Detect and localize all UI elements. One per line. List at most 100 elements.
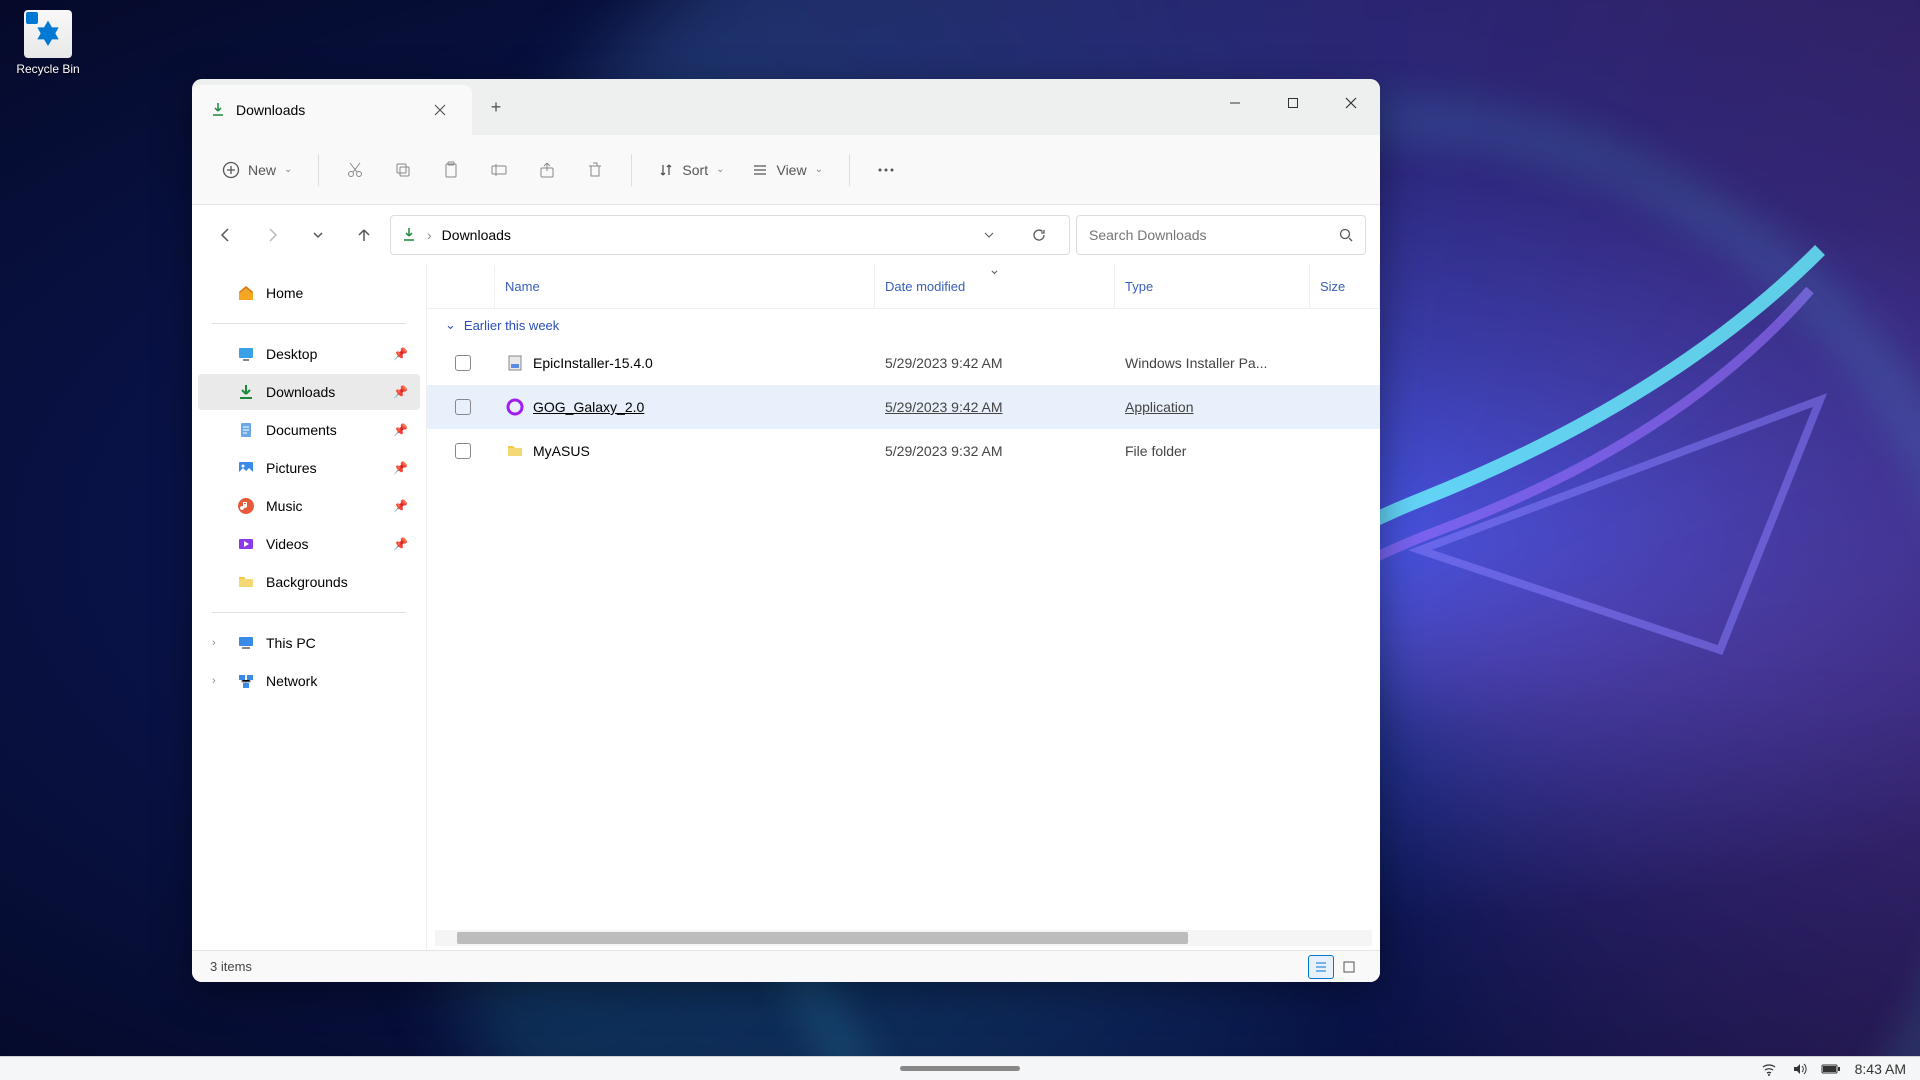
sidebar-item-label: Home bbox=[266, 285, 303, 301]
address-dropdown-button[interactable] bbox=[969, 215, 1009, 255]
rename-button[interactable] bbox=[479, 150, 519, 190]
back-button[interactable] bbox=[206, 215, 246, 255]
column-headers: Name Date modified Type Size bbox=[427, 265, 1380, 309]
file-row[interactable]: GOG_Galaxy_2.0 5/29/2023 9:42 AM Applica… bbox=[427, 385, 1380, 429]
expand-icon[interactable]: › bbox=[212, 675, 226, 687]
close-window-button[interactable] bbox=[1322, 79, 1380, 127]
sidebar-item-label: Videos bbox=[266, 536, 309, 552]
column-size[interactable]: Size bbox=[1310, 265, 1380, 308]
cut-button[interactable] bbox=[335, 150, 375, 190]
checkbox[interactable] bbox=[455, 355, 471, 371]
battery-icon[interactable] bbox=[1821, 1063, 1841, 1075]
sidebar-item-this-pc[interactable]: › This PC bbox=[198, 625, 420, 661]
sidebar-item-label: Backgrounds bbox=[266, 574, 348, 590]
sidebar-item-label: Documents bbox=[266, 422, 337, 438]
icons-view-button[interactable] bbox=[1336, 955, 1362, 979]
expand-icon[interactable]: › bbox=[212, 637, 226, 649]
music-icon bbox=[236, 496, 256, 516]
address-bar[interactable]: › Downloads bbox=[390, 215, 1070, 255]
new-button[interactable]: New ⌄ bbox=[212, 153, 302, 187]
recent-button[interactable] bbox=[298, 215, 338, 255]
pin-icon[interactable]: 📌 bbox=[393, 423, 408, 437]
sidebar-item-documents[interactable]: Documents 📌 bbox=[198, 412, 420, 448]
refresh-button[interactable] bbox=[1019, 215, 1059, 255]
sort-button[interactable]: Sort ⌄ bbox=[648, 154, 734, 186]
sidebar-item-label: Desktop bbox=[266, 346, 317, 362]
details-view-button[interactable] bbox=[1308, 955, 1334, 979]
pin-icon[interactable]: 📌 bbox=[393, 537, 408, 551]
chevron-down-icon: ⌄ bbox=[815, 164, 823, 175]
recycle-bin-icon[interactable]: Recycle Bin bbox=[10, 10, 86, 76]
taskbar[interactable]: 8:43 AM bbox=[0, 1056, 1920, 1080]
sidebar-item-videos[interactable]: Videos 📌 bbox=[198, 526, 420, 562]
sidebar-item-pictures[interactable]: Pictures 📌 bbox=[198, 450, 420, 486]
volume-icon[interactable] bbox=[1791, 1061, 1807, 1077]
search-icon bbox=[1339, 228, 1353, 242]
sidebar-item-desktop[interactable]: Desktop 📌 bbox=[198, 336, 420, 372]
network-icon bbox=[236, 671, 256, 691]
sidebar-item-backgrounds[interactable]: Backgrounds bbox=[198, 564, 420, 600]
download-icon bbox=[210, 102, 226, 118]
sidebar: Home Desktop 📌 Downloads 📌 Documents 📌 bbox=[192, 265, 426, 950]
tab-title: Downloads bbox=[236, 102, 416, 118]
clock[interactable]: 8:43 AM bbox=[1855, 1061, 1906, 1077]
tab-downloads[interactable]: Downloads bbox=[192, 85, 472, 135]
sidebar-item-label: This PC bbox=[266, 635, 316, 651]
paste-button[interactable] bbox=[431, 150, 471, 190]
chevron-down-icon: ⌄ bbox=[284, 164, 292, 175]
forward-button[interactable] bbox=[252, 215, 292, 255]
file-row[interactable]: MyASUS 5/29/2023 9:32 AM File folder bbox=[427, 429, 1380, 473]
documents-icon bbox=[236, 420, 256, 440]
column-checkbox[interactable] bbox=[455, 265, 495, 308]
column-date[interactable]: Date modified bbox=[875, 265, 1115, 308]
home-icon bbox=[236, 283, 256, 303]
pin-icon[interactable]: 📌 bbox=[393, 347, 408, 361]
share-button[interactable] bbox=[527, 150, 567, 190]
group-header[interactable]: ⌄ Earlier this week bbox=[427, 309, 1380, 341]
pin-icon[interactable]: 📌 bbox=[393, 385, 408, 399]
view-button[interactable]: View ⌄ bbox=[742, 154, 832, 186]
column-type[interactable]: Type bbox=[1115, 265, 1310, 308]
pin-icon[interactable]: 📌 bbox=[393, 499, 408, 513]
titlebar[interactable]: Downloads + bbox=[192, 79, 1380, 135]
recycle-bin-label: Recycle Bin bbox=[16, 62, 79, 76]
chevron-down-icon: ⌄ bbox=[716, 164, 724, 175]
wifi-icon[interactable] bbox=[1761, 1061, 1777, 1077]
minimize-button[interactable] bbox=[1206, 79, 1264, 127]
checkbox[interactable] bbox=[455, 443, 471, 459]
sidebar-item-network[interactable]: › Network bbox=[198, 663, 420, 699]
taskbar-handle[interactable] bbox=[900, 1066, 1020, 1071]
sidebar-item-home[interactable]: Home bbox=[198, 275, 420, 311]
column-name[interactable]: Name bbox=[495, 265, 875, 308]
navigation-bar: › Downloads bbox=[192, 205, 1380, 265]
pictures-icon bbox=[236, 458, 256, 478]
more-button[interactable] bbox=[866, 150, 906, 190]
toolbar: New ⌄ Sort ⌄ View ⌄ bbox=[192, 135, 1380, 205]
folder-icon bbox=[236, 572, 256, 592]
application-icon bbox=[505, 397, 525, 417]
pc-icon bbox=[236, 633, 256, 653]
breadcrumb-separator-icon: › bbox=[427, 227, 432, 243]
up-button[interactable] bbox=[344, 215, 384, 255]
checkbox[interactable] bbox=[455, 399, 471, 415]
sidebar-item-downloads[interactable]: Downloads 📌 bbox=[198, 374, 420, 410]
download-icon bbox=[236, 382, 256, 402]
pin-icon[interactable]: 📌 bbox=[393, 461, 408, 475]
sidebar-item-label: Pictures bbox=[266, 460, 317, 476]
copy-button[interactable] bbox=[383, 150, 423, 190]
desktop-icon bbox=[236, 344, 256, 364]
new-tab-button[interactable]: + bbox=[472, 79, 520, 135]
breadcrumb-current[interactable]: Downloads bbox=[442, 227, 511, 243]
delete-button[interactable] bbox=[575, 150, 615, 190]
maximize-button[interactable] bbox=[1264, 79, 1322, 127]
installer-icon bbox=[505, 353, 525, 373]
horizontal-scrollbar[interactable] bbox=[435, 930, 1372, 946]
group-label: Earlier this week bbox=[464, 318, 559, 333]
close-tab-button[interactable] bbox=[426, 96, 454, 124]
sidebar-item-music[interactable]: Music 📌 bbox=[198, 488, 420, 524]
search-input[interactable] bbox=[1089, 227, 1339, 243]
sidebar-item-label: Music bbox=[266, 498, 303, 514]
search-box[interactable] bbox=[1076, 215, 1366, 255]
file-row[interactable]: EpicInstaller-15.4.0 5/29/2023 9:42 AM W… bbox=[427, 341, 1380, 385]
file-list: Name Date modified Type Size ⌄ Earlier t… bbox=[426, 265, 1380, 950]
